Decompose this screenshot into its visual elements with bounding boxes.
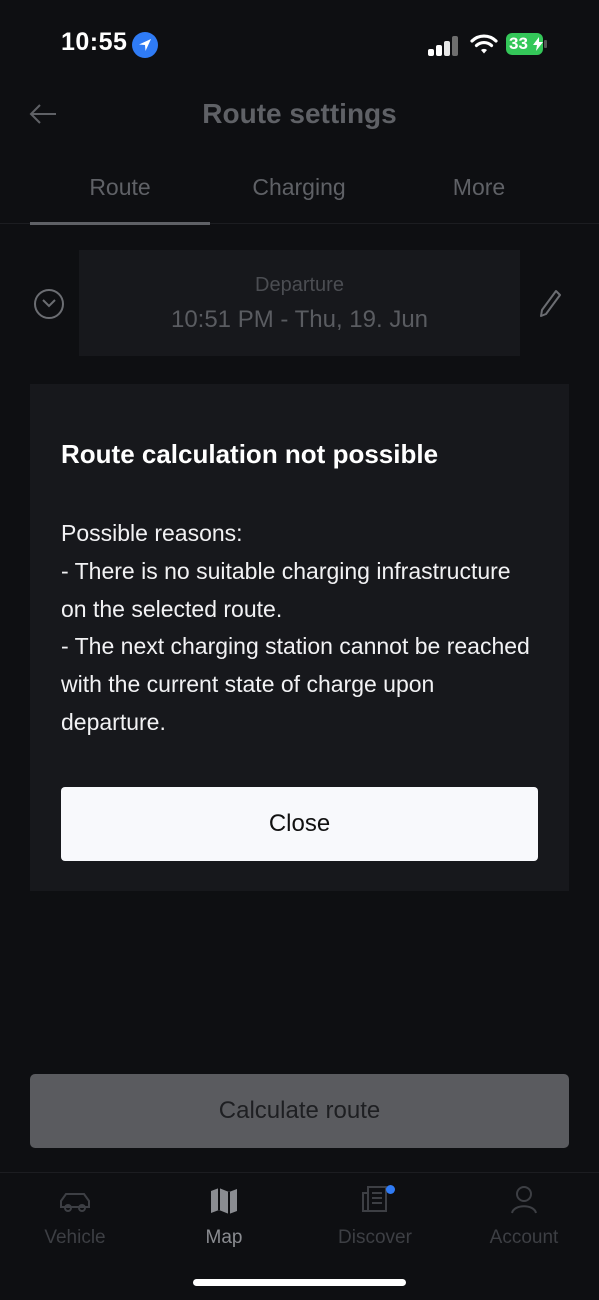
cellular-signal-icon xyxy=(428,36,460,56)
calculate-route-button[interactable]: Calculate route xyxy=(30,1074,569,1148)
screen: 10:55 33 Route settings Route Charging M… xyxy=(0,0,599,1300)
nav-item-account[interactable]: Account xyxy=(449,1183,599,1249)
map-icon xyxy=(211,1188,237,1214)
error-dialog: Route calculation not possible Possible … xyxy=(30,384,569,891)
tab-route[interactable]: Route xyxy=(30,174,210,201)
status-time: 10:55 xyxy=(61,28,128,56)
nav-label-map: Map xyxy=(205,1227,243,1248)
nav-label-vehicle: Vehicle xyxy=(44,1227,106,1248)
pencil-icon[interactable] xyxy=(537,288,563,318)
dialog-message-line: on the selected route. xyxy=(61,595,283,622)
car-icon xyxy=(60,1193,90,1212)
nav-item-vehicle[interactable]: Vehicle xyxy=(0,1183,150,1249)
tab-more[interactable]: More xyxy=(389,174,569,201)
nav-label-discover: Discover xyxy=(338,1227,412,1248)
departure-value: 10:51 PM - Thu, 19. Jun xyxy=(170,306,429,333)
home-indicator[interactable] xyxy=(193,1279,406,1286)
nav-label-account: Account xyxy=(489,1227,559,1248)
dialog-message: Possible reasons: - There is no suitable… xyxy=(61,515,551,742)
nav-item-map[interactable]: Map xyxy=(149,1183,299,1249)
wifi-icon xyxy=(470,33,498,60)
battery-charging-icon: 33 xyxy=(506,33,548,55)
dialog-title: Route calculation not possible xyxy=(61,439,439,469)
status-bar: 10:55 33 xyxy=(0,0,599,90)
user-icon xyxy=(511,1186,537,1214)
dialog-message-line: Possible reasons: xyxy=(61,520,243,546)
tab-charging[interactable]: Charging xyxy=(209,174,389,201)
page-title: Route settings xyxy=(202,98,397,129)
dialog-message-line: - The next charging station cannot be re… xyxy=(61,633,530,660)
dialog-message-line: departure. xyxy=(61,708,166,735)
battery-level: 33 xyxy=(509,34,528,53)
tab-active-indicator xyxy=(30,222,210,225)
dialog-message-line: with the current state of charge upon xyxy=(61,671,435,698)
departure-label: Departure xyxy=(255,274,344,296)
dialog-message-line: - There is no suitable charging infrastr… xyxy=(61,557,511,584)
chevron-down-circle-icon[interactable] xyxy=(34,289,64,319)
departure-field[interactable]: Departure 10:51 PM - Thu, 19. Jun xyxy=(79,250,520,356)
close-button[interactable]: Close xyxy=(61,787,538,861)
notification-badge xyxy=(386,1185,395,1194)
location-arrow-icon xyxy=(132,32,158,58)
nav-item-discover[interactable]: Discover xyxy=(300,1183,450,1249)
tab-bar: Route Charging More xyxy=(0,162,599,225)
